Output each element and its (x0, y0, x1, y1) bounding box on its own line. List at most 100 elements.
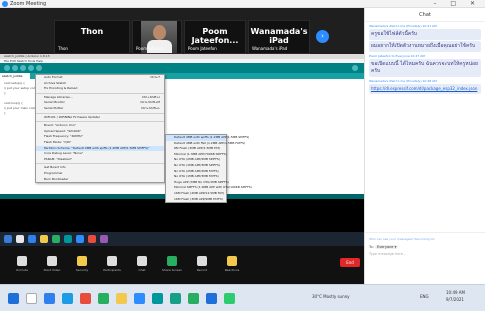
control-security-icon[interactable] (77, 256, 87, 266)
shared-screen: sketch_jul09a | Arduino 1.8.13 File Edit… (0, 54, 364, 232)
participant-name: Thon (58, 46, 68, 51)
app-icon[interactable] (170, 293, 181, 304)
chat-footer: Who can see your messages? Recording On … (365, 232, 485, 284)
menu-item-label: Burn Bootloader (44, 176, 69, 181)
minimize-button[interactable]: – (433, 0, 442, 7)
chat-title: Chat (365, 8, 485, 22)
tools-menu-item[interactable]: Burn Bootloader (36, 177, 164, 183)
menu-item-label: Board: "Arduino Uno" (44, 123, 77, 128)
menu-item-label: Fix Encoding & Reload (44, 86, 78, 91)
chat-message-list[interactable]: Wanamada's iPad to me (Privately) 10:47 … (365, 24, 485, 94)
browser-icon[interactable] (62, 293, 73, 304)
participant-name: Wanamada's iPad (252, 46, 288, 51)
control-chat-icon[interactable] (137, 256, 147, 266)
menu-separator (36, 121, 164, 123)
new-icon[interactable] (20, 65, 26, 71)
menu-separator (36, 163, 164, 165)
menu-item-label: Archive Sketch (44, 80, 67, 85)
zoom-icon (76, 235, 84, 243)
weather-widget[interactable]: 30°C Mostly sunny (312, 294, 350, 299)
save-icon[interactable] (36, 65, 42, 71)
zoom-titlebar[interactable]: Zoom Meeting – □ ✕ (0, 0, 485, 8)
control-label: Share Screen (162, 268, 182, 272)
control-label: Security (75, 268, 89, 272)
search-icon[interactable] (26, 293, 37, 304)
language-indicator[interactable]: ENG (420, 294, 429, 299)
tools-menu: Auto Format Ctrl+T Archive Sketch Fix Encod… (35, 74, 165, 184)
arduino-icon[interactable] (152, 293, 163, 304)
menu-item-label: Serial Monitor (44, 100, 65, 105)
folder-icon[interactable] (116, 293, 127, 304)
message-bubble: ครูขอใช้ไฟล์ตัวนี้ครับ (369, 29, 481, 40)
app-icon (88, 235, 96, 243)
clock-time[interactable]: 10:49 AM (446, 290, 465, 295)
recipient-dropdown[interactable]: Everyone ▾ (375, 245, 399, 249)
participant-tile[interactable]: Poom Jatellon... (132, 20, 182, 54)
folder-icon (40, 235, 48, 243)
chat-hint[interactable]: Who can see your messages? Recording On (365, 233, 485, 245)
participant-tile[interactable]: Thon Thon (54, 20, 130, 54)
tools-menu-item[interactable]: Fix Encoding & Reload (36, 86, 164, 92)
menu-separator (36, 112, 164, 114)
upload-icon[interactable] (12, 65, 18, 71)
control-start-video-icon[interactable] (47, 256, 57, 266)
menu-item-label: Auto Format (44, 75, 63, 79)
partition-option[interactable]: 16M Flash (3MB APP/9MB FATFS) (166, 197, 226, 203)
app-icon[interactable] (224, 293, 235, 304)
message-sender: Wanamada's iPad to me (Privately) 10:47 … (369, 24, 437, 28)
message-bubble: ผมอยากให้เปิดตัวงานหมายถึงเมื่อคุณอย่าใช… (369, 41, 481, 52)
menu-item-label: Programmer (44, 170, 63, 175)
menu-item-label: Upload Speed: "921600" (44, 128, 82, 133)
menu-item-label: Flash Mode: "QIO" (44, 139, 72, 144)
app-icon[interactable] (80, 293, 91, 304)
control-label: Unmute (16, 268, 28, 272)
end-meeting-button[interactable]: End (340, 258, 360, 267)
message-link[interactable]: https://dl.espressif.com/dl/package_esp3… (369, 84, 481, 94)
tools-menu-item[interactable]: WiFi101 / WiFiNINA Firmware Updater (36, 115, 164, 121)
participant-name: Poom Jateefon (188, 46, 217, 51)
clock-date[interactable]: 9/7/2021 (446, 297, 464, 302)
control-participants-icon[interactable] (107, 256, 117, 266)
arduino-icon (64, 235, 72, 243)
edge-icon[interactable] (44, 293, 55, 304)
control-label: Reactions (224, 268, 240, 272)
control-unmute-icon[interactable] (17, 256, 27, 266)
chat-to-label: To: (369, 245, 374, 249)
app-icon[interactable] (206, 293, 217, 304)
open-icon[interactable] (28, 65, 34, 71)
menu-item-label: PSRAM: "Disabled" (44, 156, 73, 161)
window-controls[interactable]: – □ ✕ (433, 0, 481, 8)
control-record-icon[interactable] (197, 256, 207, 266)
chat-panel: Chat Wanamada's iPad to me (Privately) 1… (364, 8, 485, 284)
next-page-arrow-icon[interactable]: › (316, 30, 329, 43)
participant-display-name: Thon (80, 27, 104, 36)
participant-tile[interactable]: Poom Jateefon... Poom Jateefon (184, 20, 246, 54)
menu-item-shortcut: Ctrl+Shift+L (141, 105, 160, 110)
tools-menu-item[interactable]: Serial Plotter Ctrl+Shift+L (36, 106, 164, 112)
tools-menu-item[interactable]: PSRAM: "Disabled" (36, 157, 164, 163)
shared-taskbar (0, 232, 364, 246)
control-label: Record (196, 268, 208, 272)
zoom-icon[interactable] (134, 293, 145, 304)
serial-monitor-icon[interactable] (352, 65, 358, 71)
message-bubble: ขอเปิดแบบนี้ ได้ไหมครับ ฉันควรจะบทให้ครู… (369, 59, 481, 77)
verify-icon[interactable] (4, 65, 10, 71)
control-label: Start Video (43, 268, 61, 272)
chrome-icon[interactable] (98, 293, 109, 304)
control-reactions-icon[interactable] (227, 256, 237, 266)
start-icon[interactable] (8, 293, 19, 304)
code-line: } (4, 91, 6, 95)
window-title: Zoom Meeting (10, 1, 47, 7)
close-button[interactable]: ✕ (470, 0, 481, 7)
app-icon[interactable] (188, 293, 199, 304)
maximize-button[interactable]: □ (450, 0, 462, 7)
control-share-screen-icon[interactable] (167, 256, 177, 266)
chat-input[interactable]: Type message here... (365, 249, 485, 259)
control-label: Chat (138, 268, 146, 272)
participant-tile[interactable]: Wanamada's iPad Wanamada's iPad (248, 20, 310, 54)
message-sender: Wanamada's iPad to me (Privately) 10:48 … (369, 79, 437, 83)
zoom-logo-icon (2, 1, 8, 7)
menu-item-label: Serial Plotter (44, 105, 64, 110)
participant-name: Poom Jatellon... (136, 46, 168, 51)
search-icon (16, 235, 24, 243)
